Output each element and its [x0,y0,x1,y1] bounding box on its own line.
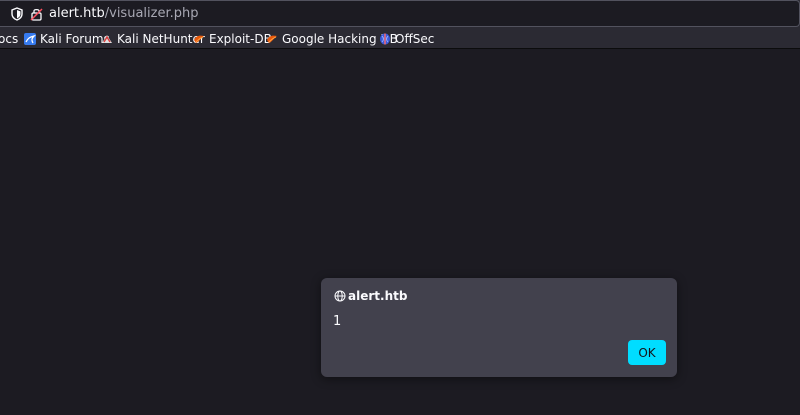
navigation-toolbar: alert.htb/visualizer.php [0,0,800,28]
bookmark-label: OffSec [395,32,435,46]
tracking-protection-shield-icon[interactable] [10,7,24,21]
bookmark-docs[interactable]: ocs [0,31,18,47]
bookmark-label: Kali NetHunter [117,32,205,46]
bookmark-kali-nethunter[interactable]: Kali NetHunter [101,31,205,47]
bookmark-exploit-db[interactable]: Exploit-DB [193,31,272,47]
ok-button[interactable]: OK [628,340,666,365]
kali-nethunter-icon [102,35,112,43]
globe-icon [334,290,346,302]
dialog-origin: alert.htb [348,289,408,303]
kali-dragon-icon [24,33,36,45]
url-text[interactable]: alert.htb/visualizer.php [49,6,199,22]
bookmark-label: Exploit-DB [209,32,272,46]
dialog-title: alert.htb [334,289,407,303]
dialog-message: 1 [333,314,342,329]
url-host: alert.htb [49,6,105,21]
insecure-lock-icon[interactable] [30,7,43,21]
bookmark-kali-forums[interactable]: Kali Forums [24,31,110,47]
bookmark-label: Kali Forums [40,32,110,46]
exploit-db-icon [194,35,204,43]
exploit-db-icon [267,35,277,43]
bookmark-label: ocs [0,32,19,46]
bookmarks-toolbar: ocs Kali Forums Kali NetHunter Exploit-D… [0,28,800,49]
bookmark-offsec[interactable]: OffSec [379,31,434,47]
address-bar[interactable]: alert.htb/visualizer.php [0,0,800,27]
alert-dialog: alert.htb 1 OK [321,278,677,377]
offsec-icon [380,33,390,45]
url-path: /visualizer.php [104,6,199,21]
